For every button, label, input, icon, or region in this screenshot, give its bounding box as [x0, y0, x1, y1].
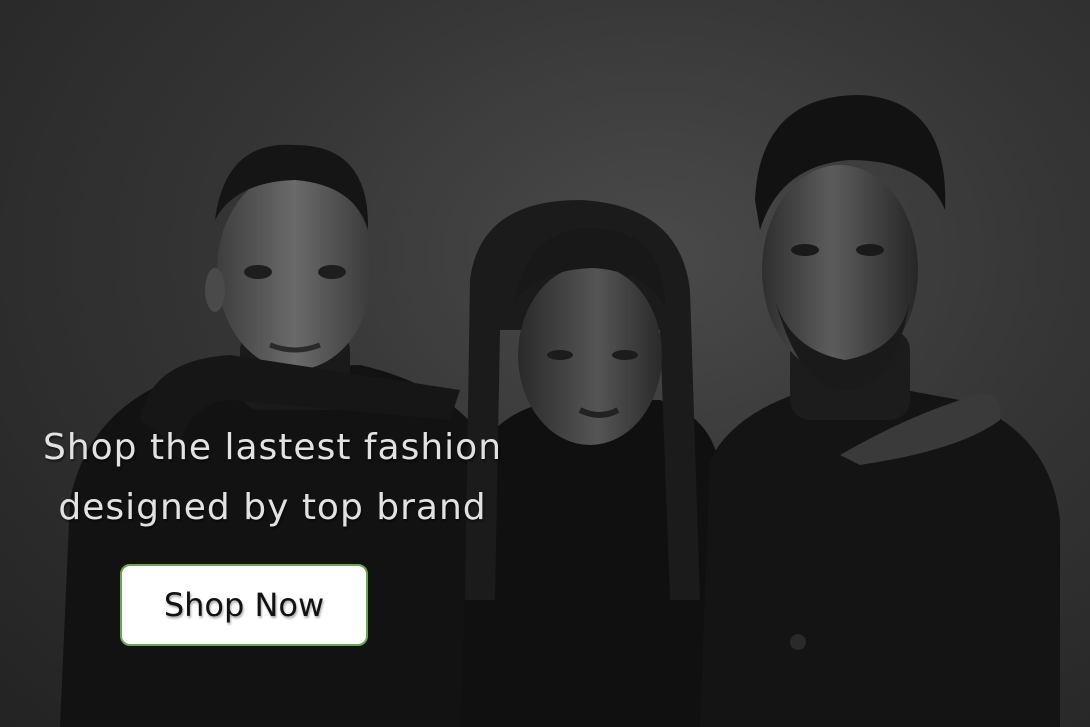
shop-now-button[interactable]: Shop Now: [120, 564, 368, 646]
hero-headline: Shop the lastest fashion designed by top…: [0, 418, 545, 538]
hero-banner: Shop the lastest fashion designed by top…: [0, 0, 1090, 727]
person-right: [700, 95, 1060, 727]
headline-line-2: designed by top brand: [58, 487, 487, 528]
headline-line-1: Shop the lastest fashion: [42, 427, 503, 468]
